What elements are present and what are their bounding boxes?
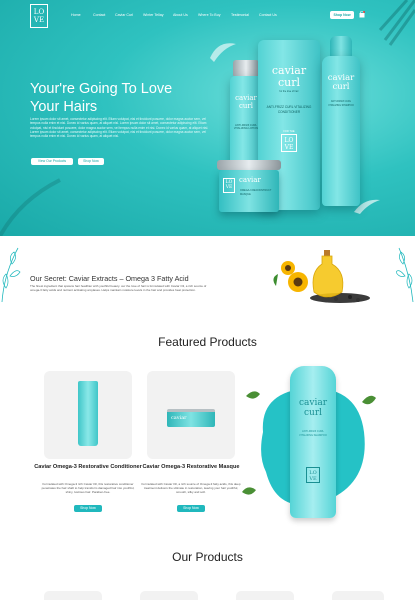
conditioner-brand-bottom: curl xyxy=(277,76,301,89)
hero-section: LO VE Home Contact Caviar Curl Winter Te… xyxy=(0,0,415,236)
featured-shampoo-brand-bottom: curl xyxy=(303,408,323,418)
featured-card-masque-title[interactable]: Caviar Omega-3 Restorative Masque xyxy=(136,464,246,472)
featured-card-conditioner-shop-button[interactable]: Shop Now xyxy=(74,505,102,512)
masque-love-logo: LO VE xyxy=(223,178,235,193)
masque-lid xyxy=(217,160,281,170)
secret-description: The finest ingredient that spawns hair h… xyxy=(30,284,207,292)
nav-where-to-buy[interactable]: Where To Buy xyxy=(198,13,221,17)
view-products-button[interactable]: View Our Products xyxy=(31,158,73,165)
shampoo-cap xyxy=(330,36,352,58)
conditioner-label: ANTI-FRIZZ CURL VITALIZING CONDITIONER xyxy=(266,105,312,114)
nav-testimonial[interactable]: Testimonial xyxy=(231,13,249,17)
leaf-shadow-decoration xyxy=(0,178,61,236)
leaf-outline-left-icon xyxy=(1,247,21,303)
product-card-1[interactable] xyxy=(44,591,102,600)
masque-product-image: caviar xyxy=(167,409,215,427)
featured-card-conditioner-description: Formulated with Omega-3 rich Caviar Oil,… xyxy=(41,482,135,494)
nav-winter-tellay[interactable]: Winter Tellay xyxy=(143,13,164,17)
nav-contact[interactable]: Contact xyxy=(93,13,105,17)
conditioner-for-the: FOR THE xyxy=(283,130,295,133)
masque-brand: caviar xyxy=(239,176,261,184)
product-card-4[interactable] xyxy=(332,591,384,600)
featured-card-masque-shop-button[interactable]: Shop Now xyxy=(177,505,205,512)
featured-shampoo-label: ANTI-FRIZZ CURL VITALIZING SHAMPOO xyxy=(299,430,327,437)
cart-icon[interactable] xyxy=(359,11,365,18)
masque-jar: LO VE caviar OMEGA-3 RECONSTRUCT MASQUE xyxy=(219,170,279,212)
masque-label: OMEGA-3 RECONSTRUCT MASQUE xyxy=(240,189,272,196)
logo[interactable]: LO VE xyxy=(30,4,48,28)
leaf-outline-right-icon xyxy=(396,247,414,303)
shampoo-label: ANTI-FRIZZ CURL VITALIZING SHAMPOO xyxy=(328,100,354,107)
conditioner-love-logo: LO VE xyxy=(281,134,297,152)
product-card-2[interactable] xyxy=(140,591,198,600)
shampoo-bottle: caviar curl ANTI-FRIZZ CURL VITALIZING S… xyxy=(322,56,360,206)
lotion-brand-top: caviar xyxy=(235,94,257,102)
hero-title: Your're Going To Love Your Hairs xyxy=(30,81,173,115)
featured-shampoo-bottle: caviar curl ANTI-FRIZZ CURL VITALIZING S… xyxy=(290,366,336,518)
shampoo-brand-bottom: curl xyxy=(332,82,350,92)
secret-title: Our Secret: Caviar Extracts – Omega 3 Fa… xyxy=(30,274,189,283)
lotion-brand-bottom: curl xyxy=(238,102,253,110)
hero-shop-now-button[interactable]: Shop Now xyxy=(78,158,104,165)
lotion-cap xyxy=(233,60,259,76)
featured-shampoo-brand-top: caviar xyxy=(298,398,328,408)
featured-card-masque-description: Formulated with Caviar Oil, a rich sourc… xyxy=(141,482,241,494)
featured-card-conditioner-image[interactable] xyxy=(44,371,132,459)
nav-contact-us[interactable]: Contact Us xyxy=(259,13,277,17)
oil-sunflower-illustration xyxy=(273,250,370,303)
featured-card-masque-image[interactable]: caviar xyxy=(147,371,235,459)
nav-about-us[interactable]: About Us xyxy=(173,13,188,17)
nav-caviar-curl[interactable]: Caviar Curl xyxy=(115,13,133,17)
conditioner-tagline: for the love of hair xyxy=(279,90,299,93)
product-card-3[interactable] xyxy=(236,591,294,600)
masque-card-brand: caviar xyxy=(171,415,187,421)
featured-card-conditioner-title[interactable]: Caviar Omega-3 Restorative Conditioner xyxy=(33,464,143,472)
our-products-title: Our Products xyxy=(172,550,243,564)
nav-home[interactable]: Home xyxy=(71,13,81,17)
hero-description: Lorem ipsum dolor sit amet, consectetur … xyxy=(30,117,209,139)
featured-products-title: Featured Products xyxy=(158,335,257,349)
header-shop-now-button[interactable]: Shop Now xyxy=(330,11,354,19)
featured-shampoo-love-logo: LO VE xyxy=(306,467,320,483)
conditioner-product-image xyxy=(78,381,98,446)
